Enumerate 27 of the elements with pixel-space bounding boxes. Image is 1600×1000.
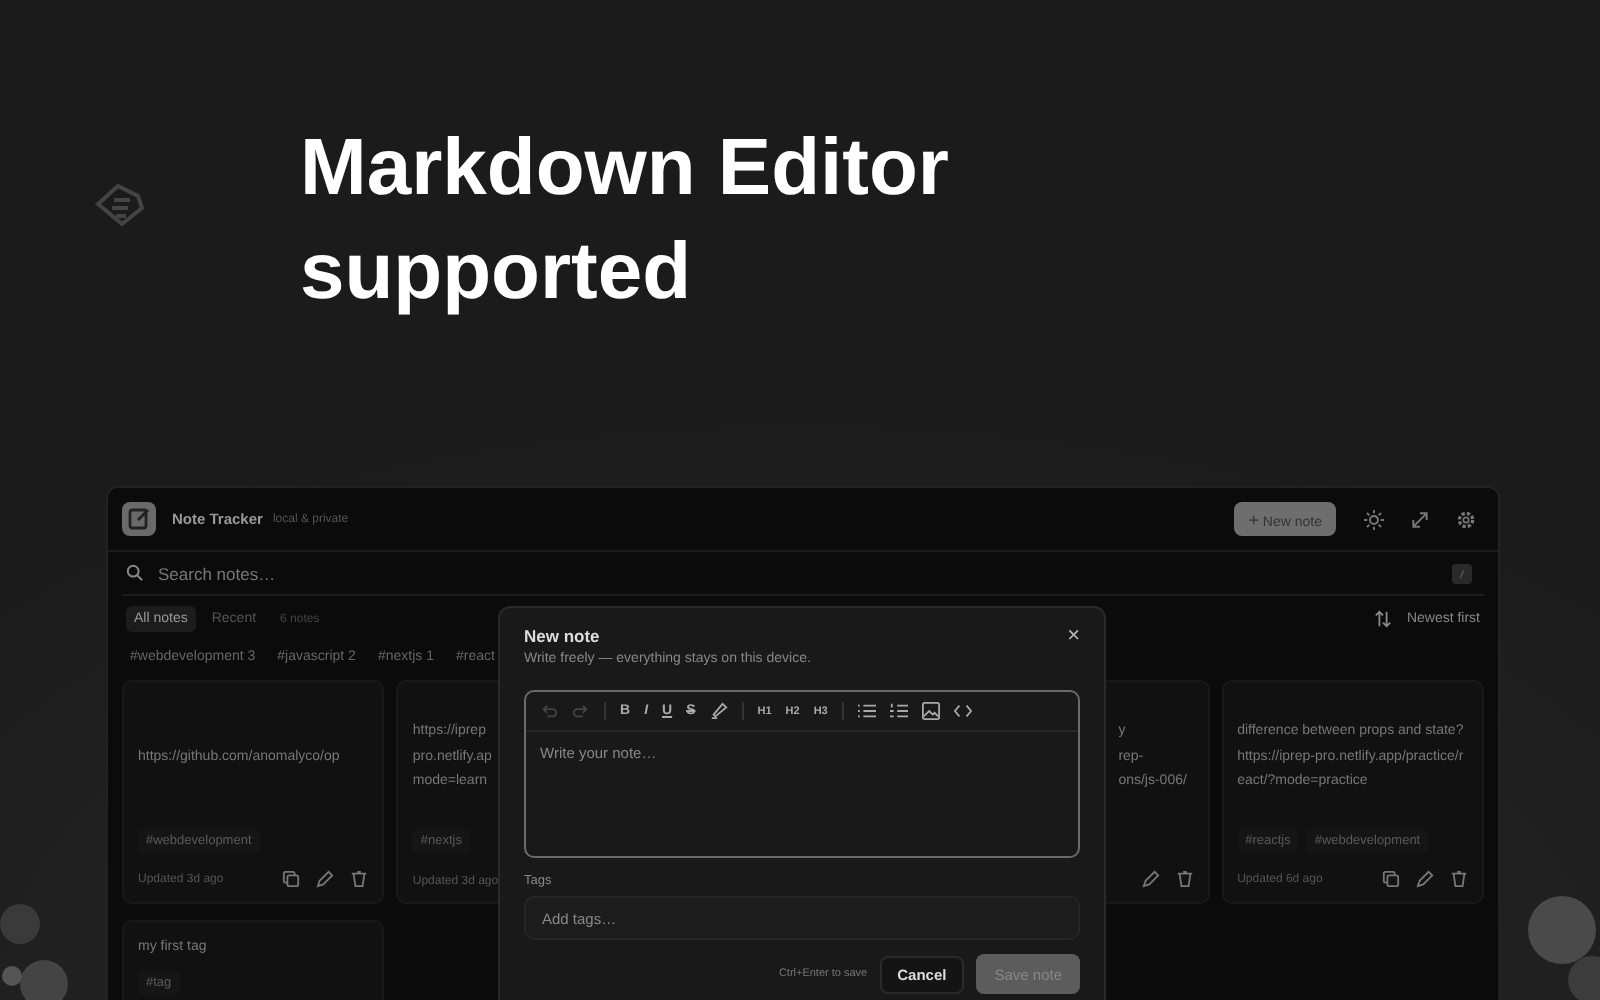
copy-icon[interactable] xyxy=(282,870,301,888)
trash-icon[interactable] xyxy=(1449,870,1468,888)
copy-icon[interactable] xyxy=(1381,870,1400,888)
image-icon[interactable] xyxy=(921,702,940,720)
pencil-icon[interactable] xyxy=(316,870,335,888)
sort-icon[interactable] xyxy=(1374,610,1393,628)
trash-icon[interactable] xyxy=(1175,870,1194,888)
search-field[interactable]: Search notes… xyxy=(154,561,1442,585)
expand-icon[interactable] xyxy=(1410,509,1430,529)
trash-icon[interactable] xyxy=(350,870,369,888)
pencil-icon[interactable] xyxy=(1415,870,1434,888)
bullet-list-icon[interactable] xyxy=(857,702,876,720)
note-edit-icon xyxy=(122,502,156,536)
pencil-icon[interactable] xyxy=(1141,870,1160,888)
headline: Markdown Editor xyxy=(300,122,949,216)
sun-icon[interactable] xyxy=(1364,509,1384,529)
search-icon xyxy=(126,564,144,582)
headline: supported xyxy=(300,226,692,320)
numbered-list-icon[interactable] xyxy=(889,702,908,720)
code-icon[interactable] xyxy=(953,702,972,720)
bokeh-circle xyxy=(0,904,40,944)
badge-icon xyxy=(90,180,150,228)
dialog-title: New note xyxy=(524,626,600,646)
settings-icon[interactable] xyxy=(1456,509,1476,529)
close-button[interactable]: × xyxy=(1067,626,1080,646)
highlighter-icon[interactable] xyxy=(709,702,728,720)
shortcut-key-icon xyxy=(1452,563,1472,583)
